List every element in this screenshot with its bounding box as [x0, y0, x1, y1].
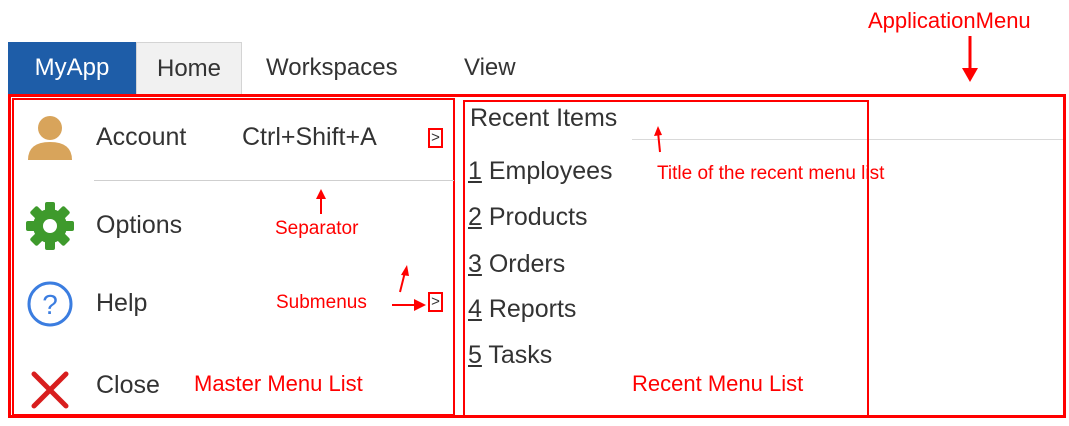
- user-icon: [28, 116, 72, 160]
- recent-item-label: Employees: [481, 157, 613, 185]
- recent-item-label: Orders: [481, 250, 566, 278]
- annotation-arrow-down-icon: [962, 36, 978, 82]
- menu-item-help[interactable]: ? Help >: [16, 268, 451, 338]
- svg-text:?: ?: [42, 289, 58, 320]
- help-submenu-arrow-icon[interactable]: >: [428, 292, 443, 312]
- tab-myapp[interactable]: MyApp: [8, 42, 136, 94]
- annotation-submenus: Submenus: [276, 292, 367, 313]
- account-submenu-arrow-icon[interactable]: >: [428, 128, 443, 148]
- recent-item-number: 5: [468, 341, 482, 369]
- annotation-arrow-up-icon: [399, 265, 409, 293]
- menu-item-options-label: Options: [96, 211, 183, 239]
- menu-item-options[interactable]: Options: [16, 190, 451, 260]
- help-icon: ?: [27, 281, 73, 327]
- recent-items-title: Recent Items: [470, 104, 618, 132]
- recent-item[interactable]: 4 Reports: [468, 292, 576, 326]
- annotation-recent-list: Recent Menu List: [632, 371, 804, 396]
- menu-item-close-label: Close: [96, 371, 160, 399]
- tab-view[interactable]: View: [464, 42, 516, 94]
- recent-item-number: 1: [468, 157, 482, 185]
- recent-item[interactable]: 2 Products: [468, 200, 588, 234]
- annotation-recent-title: Title of the recent menu list: [657, 163, 885, 184]
- menu-item-account-label: Account: [96, 123, 187, 151]
- tab-home[interactable]: Home: [136, 42, 242, 94]
- recent-item[interactable]: 1 Employees: [468, 154, 613, 188]
- annotation-master-list: Master Menu List: [194, 371, 363, 396]
- annotation-separator: Separator: [275, 218, 359, 239]
- ribbon-tab-bar: MyApp Home Workspaces View: [8, 42, 1069, 94]
- recent-item-number: 3: [468, 250, 482, 278]
- menu-item-account[interactable]: Account Ctrl+Shift+A >: [16, 102, 451, 172]
- tab-workspaces[interactable]: Workspaces: [266, 42, 398, 94]
- close-icon: [31, 371, 69, 409]
- menu-item-help-label: Help: [96, 289, 148, 317]
- recent-item-label: Tasks: [481, 341, 553, 369]
- recent-item-label: Products: [481, 203, 588, 231]
- recent-item[interactable]: 5 Tasks: [468, 338, 552, 372]
- gear-icon: [26, 202, 74, 250]
- account-shortcut: Ctrl+Shift+A: [242, 123, 377, 151]
- annotation-application-menu: ApplicationMenu: [868, 8, 1031, 33]
- annotation-arrow-up-icon: [316, 189, 326, 214]
- recent-item-number: 4: [468, 295, 482, 323]
- recent-item-number: 2: [468, 203, 482, 231]
- annotation-arrow-up-icon: [654, 126, 662, 153]
- recent-item[interactable]: 3 Orders: [468, 247, 565, 281]
- menu-separator: [94, 180, 454, 181]
- annotation-arrow-right-icon: [392, 299, 426, 311]
- recent-item-label: Reports: [481, 295, 577, 323]
